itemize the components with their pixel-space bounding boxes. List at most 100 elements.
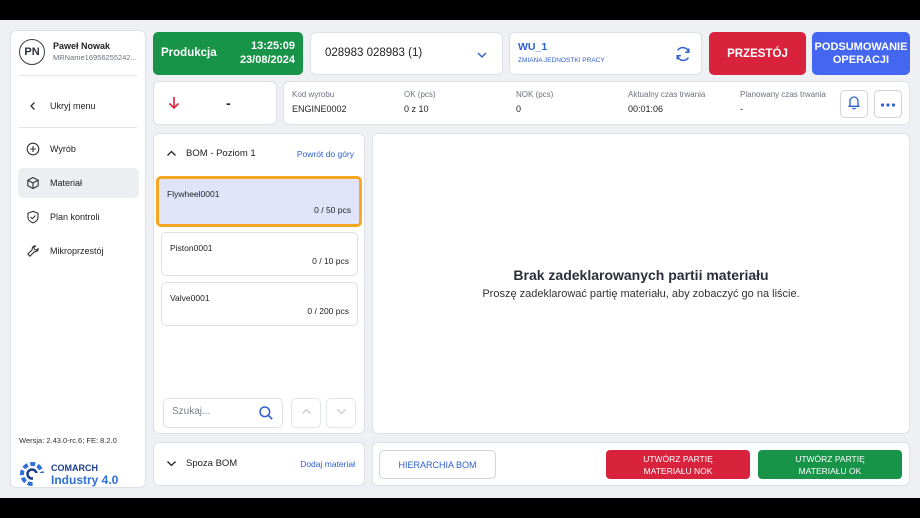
field-nok: NOK (pcs) 0 xyxy=(516,90,553,114)
button-label-line2: MATERIAŁU OK xyxy=(798,465,862,476)
outside-bom-title: Spoza BOM xyxy=(186,458,238,469)
actions-bar: HIERARCHIA BOM UTWÓRZ PARTIĘ MATERIAŁU N… xyxy=(372,442,910,486)
field-value: 00:01:06 xyxy=(628,104,664,114)
chevron-down-icon xyxy=(166,458,177,469)
sidebar-item-label: Mikroprzestój xyxy=(50,246,104,256)
notifications-button[interactable] xyxy=(840,90,868,118)
hide-menu-label: Ukryj menu xyxy=(50,101,96,111)
refresh-icon[interactable] xyxy=(673,44,693,69)
field-value: 0 z 10 xyxy=(404,104,429,114)
sidebar-item-label: Materiał xyxy=(50,178,83,188)
plus-circle-icon xyxy=(26,142,40,156)
create-nok-batch-button[interactable]: UTWÓRZ PARTIĘ MATERIAŁU NOK xyxy=(606,450,750,479)
sidebar-item-label: Wyrób xyxy=(50,144,76,154)
field-value: ENGINE0002 xyxy=(292,104,347,114)
empty-state-subtitle: Proszę zadeklarować partię materiału, ab… xyxy=(482,288,800,300)
production-status[interactable]: Produkcja 13:25:09 23/08/2024 xyxy=(153,32,303,75)
button-label-line1: UTWÓRZ PARTIĘ xyxy=(643,453,713,464)
workunit-panel[interactable]: WU_1 ZMIANA JEDNOSTKI PRACY xyxy=(509,32,702,75)
current-time: 13:25:09 xyxy=(250,40,295,52)
bom-item-qty: 0 / 10 pcs xyxy=(312,256,349,266)
sidebar: PN Paweł Nowak MRName16956255242... Ukry… xyxy=(10,30,146,488)
bom-item-name: Valve0001 xyxy=(170,293,210,303)
user-id: MRName16956255242... xyxy=(53,53,137,62)
scroll-up-button[interactable] xyxy=(291,398,321,428)
brand-logo: COMARCH Industry 4.0 xyxy=(19,461,118,487)
bom-item-piston[interactable]: Piston0001 0 / 10 pcs xyxy=(161,232,358,276)
search-icon[interactable] xyxy=(258,405,274,426)
bom-item-flywheel[interactable]: Flywheel0001 0 / 50 pcs xyxy=(156,176,362,227)
more-options-button[interactable] xyxy=(874,90,902,118)
outside-bom-panel: Spoza BOM Dodaj materiał xyxy=(153,442,365,486)
button-label-line2: MATERIAŁU NOK xyxy=(643,465,713,476)
operation-summary-button[interactable]: PODSUMOWANIE OPERACJI xyxy=(812,32,910,75)
version-text: Wersja: 2.43.0-rc.6; FE: 8.2.0 xyxy=(19,436,117,445)
comarch-logo-icon xyxy=(20,462,45,487)
chevron-up-icon xyxy=(301,404,312,422)
status-panel: - xyxy=(153,81,277,125)
search-input[interactable] xyxy=(172,406,252,417)
current-date: 23/08/2024 xyxy=(239,54,295,66)
order-select[interactable]: 028983 028983 (1) xyxy=(310,32,503,75)
field-label: Kod wyrobu xyxy=(292,90,335,99)
divider xyxy=(19,75,137,76)
chevron-left-icon xyxy=(26,99,40,113)
bom-search xyxy=(163,398,283,428)
status-value: - xyxy=(226,95,231,111)
divider xyxy=(19,127,137,128)
bom-header-toggle[interactable]: BOM - Poziom 1 xyxy=(166,148,256,159)
material-batches-panel: Brak zadeklarowanych partii materiału Pr… xyxy=(372,133,910,434)
workunit-name: WU_1 xyxy=(518,41,548,53)
field-label: OK (pcs) xyxy=(404,90,436,99)
arrow-down-icon xyxy=(168,96,180,115)
add-material-link[interactable]: Dodaj materiał xyxy=(300,459,355,469)
chevron-down-icon xyxy=(476,48,488,66)
operation-info: Kod wyrobu ENGINE0002 OK (pcs) 0 z 10 NO… xyxy=(283,81,910,125)
back-to-top-link[interactable]: Powrót do góry xyxy=(297,149,354,159)
bom-item-name: Piston0001 xyxy=(170,243,213,253)
summary-label-line2: OPERACJI xyxy=(832,53,890,66)
sidebar-item-control-plan[interactable]: Plan kontroli xyxy=(18,202,139,232)
create-ok-batch-button[interactable]: UTWÓRZ PARTIĘ MATERIAŁU OK xyxy=(758,450,902,479)
button-label-line1: UTWÓRZ PARTIĘ xyxy=(795,453,865,464)
sidebar-item-material[interactable]: Materiał xyxy=(18,168,139,198)
sidebar-item-label: Plan kontroli xyxy=(50,212,100,222)
shield-check-icon xyxy=(26,210,40,224)
more-dots-icon xyxy=(880,95,896,113)
avatar: PN xyxy=(19,39,45,65)
wrench-icon xyxy=(26,244,40,258)
sidebar-item-micro-downtime[interactable]: Mikroprzestój xyxy=(18,236,139,266)
brand-product: Industry 4.0 xyxy=(51,473,119,487)
field-product-code: Kod wyrobu ENGINE0002 xyxy=(292,90,347,114)
empty-state-title: Brak zadeklarowanych partii materiału xyxy=(513,267,769,283)
field-planned-duration: Planowany czas trwania - xyxy=(740,90,826,114)
chevron-up-icon xyxy=(166,148,177,159)
bom-panel: BOM - Poziom 1 Powrót do góry Flywheel00… xyxy=(153,133,365,434)
user-profile[interactable]: PN Paweł Nowak MRName16956255242... xyxy=(19,39,145,65)
downtime-button[interactable]: PRZESTÓJ xyxy=(709,32,806,75)
outside-bom-toggle[interactable]: Spoza BOM xyxy=(166,458,237,469)
app-screen: PN Paweł Nowak MRName16956255242... Ukry… xyxy=(0,20,920,498)
hide-menu-button[interactable]: Ukryj menu xyxy=(18,91,139,121)
field-value: - xyxy=(740,104,743,114)
field-label: NOK (pcs) xyxy=(516,90,554,99)
field-value: 0 xyxy=(516,104,522,114)
order-value: 028983 028983 (1) xyxy=(325,47,423,59)
bom-item-name: Flywheel0001 xyxy=(167,189,220,199)
field-label: Aktualny czas trwania xyxy=(628,90,706,99)
summary-label-line1: PODSUMOWANIE xyxy=(814,40,908,53)
scroll-down-button[interactable] xyxy=(326,398,356,428)
bom-item-valve[interactable]: Valve0001 0 / 200 pcs xyxy=(161,282,358,326)
user-name: Paweł Nowak xyxy=(53,41,111,51)
field-ok: OK (pcs) 0 z 10 xyxy=(404,90,436,114)
field-label: Planowany czas trwania xyxy=(740,90,826,99)
bom-hierarchy-button[interactable]: HIERARCHIA BOM xyxy=(379,450,496,479)
field-current-duration: Aktualny czas trwania 00:01:06 xyxy=(628,90,705,114)
sidebar-item-product[interactable]: Wyrób xyxy=(18,134,139,164)
change-workunit-link[interactable]: ZMIANA JEDNOSTKI PRACY xyxy=(518,57,605,64)
bom-item-qty: 0 / 50 pcs xyxy=(314,205,351,215)
bom-item-qty: 0 / 200 pcs xyxy=(307,306,349,316)
production-label: Produkcja xyxy=(161,47,217,59)
chevron-down-icon xyxy=(336,404,347,422)
bell-icon xyxy=(846,94,862,115)
